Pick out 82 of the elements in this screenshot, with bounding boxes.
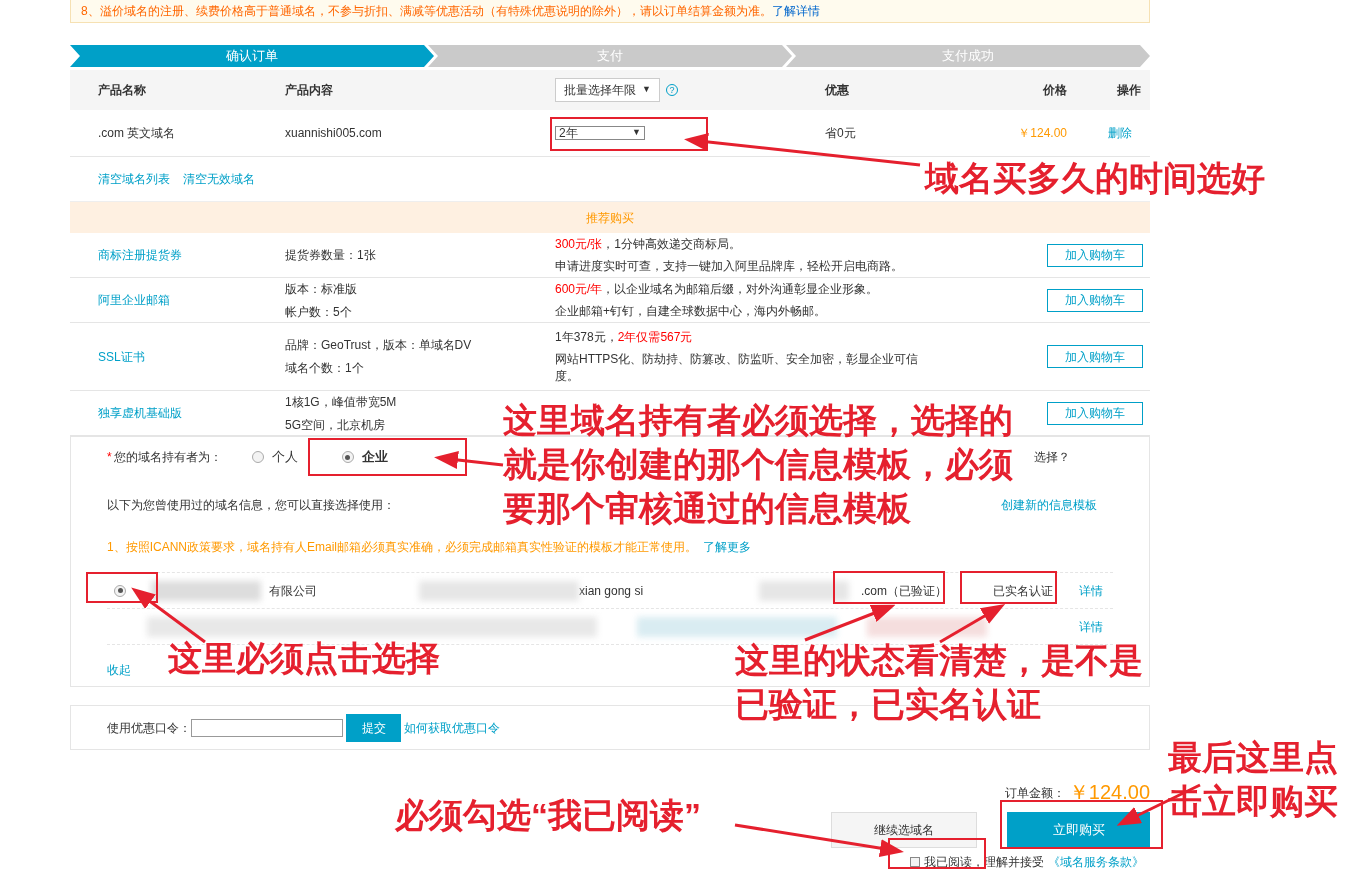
required-mark: * bbox=[107, 449, 112, 466]
notice-link[interactable]: 了解详情 bbox=[771, 2, 820, 20]
spec-text: 品牌：GeoTrust，版本：单域名DV bbox=[285, 337, 472, 354]
annotation-text: 必须勾选“我已阅读” bbox=[395, 795, 701, 836]
learn-more-link[interactable]: 了解更多 bbox=[703, 538, 751, 556]
product-link[interactable]: 商标注册提货券 bbox=[70, 246, 285, 264]
arrow bbox=[434, 451, 504, 469]
price-text: ￥124.00 bbox=[1017, 125, 1067, 142]
progress-step: 确认订单 bbox=[70, 45, 434, 67]
column-header: 操作 bbox=[1117, 82, 1141, 99]
delete-link[interactable]: 删除 bbox=[1108, 124, 1132, 142]
add-to-cart-button[interactable]: 加入购物车 bbox=[1047, 288, 1143, 312]
spec-text: 5G空间，北京机房 bbox=[285, 416, 385, 434]
annotation-text: 这里域名持有者必须选择，选择的 bbox=[503, 400, 1013, 441]
coupon-label: 使用优惠口令： bbox=[107, 719, 191, 737]
radio-button[interactable] bbox=[114, 584, 126, 597]
list-link[interactable]: 清空域名列表 bbox=[98, 170, 170, 188]
add-to-cart-button[interactable]: 加入购物车 bbox=[1047, 243, 1143, 267]
collapse-link[interactable]: 收起 bbox=[107, 661, 131, 679]
terms-link[interactable]: 《域名服务条款》 bbox=[1048, 853, 1144, 871]
help-text: 选择？ bbox=[1033, 449, 1070, 466]
spec-text: 提货券数量：1张 bbox=[285, 247, 376, 264]
annotation-text: 域名买多久的时间选好 bbox=[925, 158, 1265, 199]
highlight-frame bbox=[86, 572, 158, 603]
radio-button[interactable] bbox=[251, 451, 264, 463]
period-select[interactable]: 2年 ▼ bbox=[555, 126, 645, 140]
column-header: 产品名称 bbox=[97, 82, 147, 99]
table-cell-text: xuannishi005.com bbox=[285, 125, 383, 142]
total-label: 订单金额： bbox=[1004, 785, 1065, 802]
add-to-cart-button[interactable]: 加入购物车 bbox=[1047, 401, 1143, 425]
list-link[interactable]: 清空无效域名 bbox=[183, 170, 255, 188]
details-link[interactable]: 详情 bbox=[1079, 617, 1103, 636]
annotation-text: 最后这里点 bbox=[1168, 737, 1338, 778]
owner-label: 您的域名持有者为： bbox=[113, 449, 223, 466]
intro-text: 以下为您曾使用过的域名信息，您可以直接选择使用： bbox=[107, 496, 395, 514]
coupon-help-link[interactable]: 如何获取优惠口令 bbox=[404, 718, 500, 737]
email-status: .com（已验证） bbox=[860, 582, 948, 600]
annotation-text: 已验证，已实名认证 bbox=[735, 684, 1041, 725]
table-cell-text: .com 英文域名 bbox=[97, 125, 177, 142]
agree-checkbox[interactable] bbox=[910, 857, 920, 867]
product-link[interactable]: SSL证书 bbox=[70, 347, 285, 366]
spec-text: 域名个数：1个 bbox=[285, 360, 364, 377]
annotation-text: 就是你创建的那个信息模板，必须 bbox=[503, 444, 1013, 485]
product-link[interactable]: 阿里企业邮箱 bbox=[70, 291, 285, 309]
description-text: 600元/年，以企业域名为邮箱后缀，对外沟通彰显企业形象。 bbox=[555, 280, 880, 298]
radio-label[interactable]: 个人 bbox=[271, 447, 298, 467]
submit-button[interactable]: 提交 bbox=[346, 713, 401, 742]
column-header: 价格 bbox=[1042, 82, 1067, 99]
create-template-link[interactable]: 创建新的信息模板 bbox=[1001, 495, 1097, 514]
warning-text: 1、按照ICANN政策要求，域名持有人Email邮箱必须真实准确，必须完成邮箱真实性验证的模板才能正常使用。 bbox=[107, 539, 697, 556]
description-text: 1年378元，2年仅需567元 bbox=[555, 328, 694, 346]
verification-status: 已实名认证 bbox=[992, 582, 1054, 600]
column-header: 产品内容 bbox=[285, 82, 334, 99]
arrow bbox=[939, 604, 1006, 644]
total-amount: ￥124.00 bbox=[1068, 782, 1150, 802]
description-text: 企业邮箱+钉钉，自建全球数据中心，海内外畅邮。 bbox=[555, 302, 827, 320]
company-name: 有限公司 bbox=[269, 582, 318, 600]
annotation-text: 这里的状态看清楚，是不是 bbox=[735, 640, 1143, 681]
caret-icon: ▼ bbox=[632, 126, 641, 140]
radio-button[interactable] bbox=[341, 451, 354, 463]
description-text: 申请进度实时可查，支持一键加入阿里品牌库，轻松开启电商路。 bbox=[555, 257, 904, 275]
annotation-text: 这里必须点击选择 bbox=[168, 638, 440, 679]
column-header: 优惠 bbox=[825, 82, 850, 99]
coupon-input[interactable] bbox=[191, 718, 343, 737]
buy-now-button[interactable]: 立即购买 bbox=[1007, 812, 1150, 848]
caret-icon: ▼ bbox=[642, 83, 651, 97]
continue-button[interactable]: 继续选域名 bbox=[831, 812, 977, 848]
recommend-header: 推荐购买 bbox=[70, 201, 1150, 233]
notice-text: 8、溢价域名的注册、续费价格高于普通域名，不参与折扣、满减等优惠活动（有特殊优惠说明的除外），请以订单结算金额为准。 bbox=[81, 3, 772, 20]
spec-text: 版本：标准版 bbox=[285, 280, 357, 298]
description-text: 300元/张，1分钟高效递交商标局。 bbox=[555, 235, 743, 253]
spec-text: 1核1G，峰值带宽5M bbox=[285, 393, 397, 411]
product-link[interactable]: 独享虚机基础版 bbox=[70, 404, 285, 422]
company-pinyin: xian gong si bbox=[579, 582, 645, 600]
table-cell-text: 省0元 bbox=[825, 125, 857, 142]
description-text: 网站HTTPS化、防劫持、防篡改、防监听、安全加密，彰显企业可信度。 bbox=[555, 350, 920, 385]
details-link[interactable]: 详情 bbox=[1079, 581, 1103, 600]
radio-label[interactable]: 企业 bbox=[361, 447, 388, 467]
spec-text: 帐户数：5个 bbox=[285, 303, 352, 321]
batch-select[interactable]: 批量选择年限 ▼ bbox=[555, 78, 660, 102]
annotation-text: 要那个审核通过的信息模板 bbox=[503, 488, 911, 529]
add-to-cart-button[interactable]: 加入购物车 bbox=[1047, 345, 1143, 368]
